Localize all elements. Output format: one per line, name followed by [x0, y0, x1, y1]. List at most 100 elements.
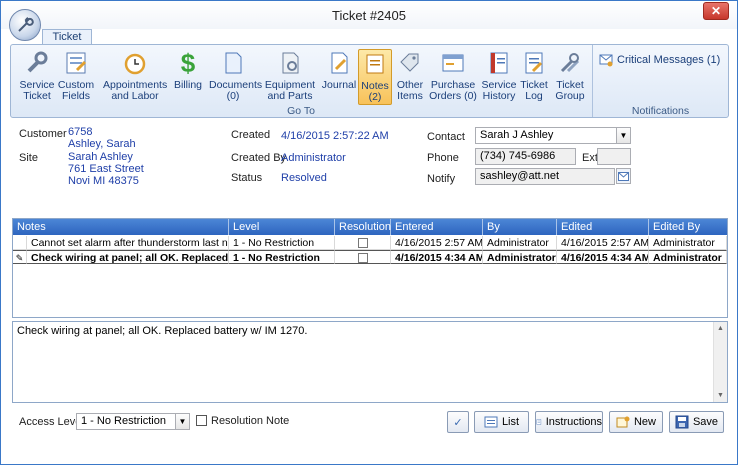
- title-bar: Ticket #2405 ✕: [1, 1, 737, 29]
- other-items-button[interactable]: Other Items: [395, 49, 425, 105]
- status-value: Resolved: [281, 172, 327, 184]
- resolution-cell: [335, 250, 391, 264]
- site-name-link[interactable]: Sarah Ashley: [68, 151, 133, 163]
- list-icon: [484, 416, 498, 428]
- chevron-down-icon[interactable]: ▼: [616, 128, 630, 143]
- notify-label: Notify: [427, 173, 456, 185]
- edited-cell: 4/16/2015 2:57 AM: [557, 236, 649, 250]
- instructions-label: Instructions: [545, 416, 602, 428]
- column-header-edited[interactable]: Edited: [557, 219, 649, 235]
- edited-by-cell: Administrator: [649, 236, 727, 250]
- service-ticket-label-2: Ticket: [23, 90, 51, 102]
- custom-fields-label-2: Fields: [61, 90, 90, 102]
- critical-messages-label: Critical Messages (1): [617, 54, 721, 66]
- contact-select[interactable]: Sarah J Ashley ▼: [475, 127, 631, 144]
- billing-button[interactable]: $ Billing: [171, 49, 205, 105]
- new-button[interactable]: New: [609, 411, 663, 433]
- save-label: Save: [692, 416, 719, 428]
- instructions-button[interactable]: Instructions: [535, 411, 603, 433]
- journal-label: Journal: [321, 79, 357, 91]
- custom-fields-button[interactable]: Custom Fields: [57, 49, 95, 105]
- site-label: Site: [19, 152, 38, 164]
- access-level-select[interactable]: 1 - No Restriction ▼: [76, 413, 190, 430]
- phone-field[interactable]: (734) 745-6986: [475, 148, 576, 165]
- spell-check-button[interactable]: ✓: [447, 411, 469, 433]
- resolution-checkbox[interactable]: [357, 238, 368, 248]
- column-header-edited-by[interactable]: Edited By: [649, 219, 727, 235]
- contact-value: Sarah J Ashley: [480, 129, 554, 141]
- column-header-entered[interactable]: Entered: [391, 219, 483, 235]
- form-icon: [62, 49, 90, 77]
- note-icon: [361, 50, 389, 78]
- envelope-icon: [618, 171, 629, 181]
- close-button[interactable]: ✕: [703, 2, 729, 20]
- note-text-area[interactable]: Check wiring at panel; all OK. Replaced …: [12, 321, 728, 403]
- ticket-log-button[interactable]: Ticket Log: [519, 49, 549, 105]
- column-header-by[interactable]: By: [483, 219, 557, 235]
- ext-label: Ext: [582, 152, 598, 164]
- documents-button[interactable]: Documents (0): [209, 49, 262, 105]
- column-header-level[interactable]: Level: [229, 219, 335, 235]
- instructions-icon: [536, 419, 542, 425]
- customer-id-link[interactable]: 6758: [68, 126, 92, 138]
- wrench-icon: [18, 17, 34, 32]
- tag-icon: [396, 49, 424, 77]
- notify-field[interactable]: sashley@att.net: [475, 168, 615, 185]
- chevron-down-icon[interactable]: ▼: [175, 414, 189, 429]
- service-history-button[interactable]: Service History: [480, 49, 518, 105]
- column-header-notes[interactable]: Notes: [13, 219, 229, 235]
- notes-grid: Notes Level Resolution Entered By Edited…: [12, 218, 728, 318]
- column-header-resolution[interactable]: Resolution: [335, 219, 391, 235]
- new-note-icon: [616, 416, 630, 428]
- notes-count: (2): [368, 91, 382, 103]
- purchase-order-icon: [439, 49, 467, 77]
- resolution-note-checkbox[interactable]: [196, 415, 207, 426]
- table-row[interactable]: ✎ Check wiring at panel; all OK. Replace…: [13, 250, 727, 264]
- site-street: 761 East Street: [68, 163, 144, 175]
- dollar-icon: $: [180, 47, 196, 78]
- equipment-and-parts-button[interactable]: Equipment and Parts: [263, 49, 317, 105]
- app-menu-button[interactable]: [9, 9, 41, 41]
- ext-field[interactable]: [597, 148, 631, 165]
- appointments-label-2: and Labor: [111, 90, 159, 102]
- note-cell: Check wiring at panel; all OK. Replaced …: [27, 250, 229, 264]
- pencil-icon: ✎: [15, 253, 24, 263]
- row-selector[interactable]: [13, 236, 27, 250]
- purchase-orders-button[interactable]: Purchase Orders (0): [429, 49, 477, 105]
- spell-check-icon: ✓: [453, 416, 463, 429]
- save-button[interactable]: Save: [669, 411, 724, 433]
- window-title: Ticket #2405: [332, 8, 406, 23]
- created-value: 4/16/2015 2:57:22 AM: [281, 130, 389, 142]
- table-row[interactable]: Cannot set alarm after thunderstorm last…: [13, 236, 727, 250]
- edited-by-cell: Administrator: [649, 250, 727, 264]
- note-cell: Cannot set alarm after thunderstorm last…: [27, 236, 229, 250]
- ribbon: Service Ticket Custom Fields Appointment…: [10, 44, 729, 118]
- document-icon: [219, 49, 247, 77]
- appointments-and-labor-button[interactable]: Appointments and Labor: [103, 49, 167, 105]
- resolution-checkbox[interactable]: [357, 253, 368, 263]
- tab-ticket[interactable]: Ticket: [42, 29, 92, 45]
- scroll-up-icon[interactable]: ▲: [714, 322, 727, 335]
- journal-button[interactable]: Journal: [320, 49, 358, 105]
- entered-cell: 4/16/2015 2:57 AM: [391, 236, 483, 250]
- ticket-log-label-2: Log: [525, 90, 543, 102]
- log-icon: [520, 49, 548, 77]
- ticket-group-button[interactable]: Ticket Group: [553, 49, 587, 105]
- critical-messages-button[interactable]: Critical Messages (1): [599, 53, 720, 67]
- vertical-scrollbar[interactable]: ▲ ▼: [713, 322, 727, 402]
- level-cell: 1 - No Restriction: [229, 250, 335, 264]
- customer-name-link[interactable]: Ashley, Sarah: [68, 138, 136, 150]
- access-level-label: Access Level: [19, 416, 84, 428]
- email-button[interactable]: [616, 168, 631, 184]
- new-label: New: [633, 416, 656, 428]
- journal-icon: [325, 49, 353, 77]
- row-selector[interactable]: ✎: [13, 250, 27, 264]
- by-cell: Administrator: [483, 236, 557, 250]
- created-label: Created: [231, 129, 271, 141]
- list-button[interactable]: List: [474, 411, 529, 433]
- site-city: Novi MI 48375: [68, 175, 139, 187]
- scroll-down-icon[interactable]: ▼: [714, 389, 727, 402]
- service-ticket-button[interactable]: Service Ticket: [15, 49, 59, 105]
- notes-grid-header: Notes Level Resolution Entered By Edited…: [13, 219, 727, 235]
- notes-button[interactable]: Notes (2): [358, 49, 392, 105]
